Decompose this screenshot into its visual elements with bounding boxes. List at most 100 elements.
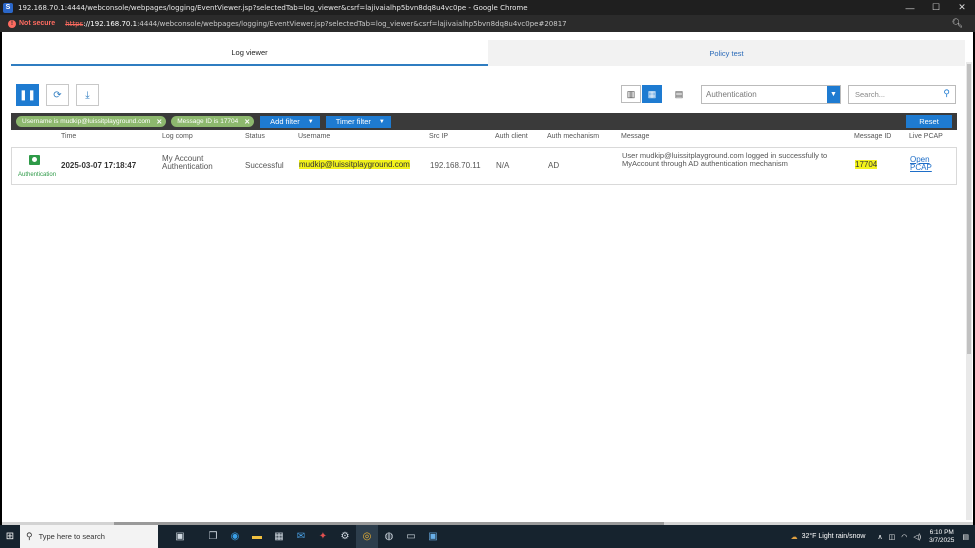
remove-filter-icon[interactable]: ✕ — [244, 118, 250, 126]
remove-filter-icon[interactable]: ✕ — [156, 118, 162, 126]
minimize-icon[interactable]: — — [897, 0, 923, 15]
volume-icon[interactable]: ◁) — [913, 533, 921, 541]
column-header-log-comp[interactable]: Log comp — [162, 133, 193, 140]
task-view-icon[interactable]: ❐ — [202, 525, 224, 548]
search-input[interactable]: Search... ⚲ — [848, 85, 956, 104]
cell-auth-mechanism: AD — [548, 161, 560, 170]
window-title: 192.168.70.1:4444/webconsole/webpages/lo… — [18, 3, 528, 12]
column-settings-button[interactable]: ▤ — [669, 85, 689, 103]
column-header-src-ip[interactable]: Src IP — [429, 133, 448, 140]
authentication-icon — [29, 155, 40, 165]
cell-auth-client: N/A — [496, 161, 510, 170]
grid-view-icon: ▦ — [647, 88, 657, 99]
remote-desktop-icon[interactable]: ▣ — [422, 525, 444, 548]
column-header-auth-client[interactable]: Auth client — [495, 133, 528, 140]
pause-icon: ❚❚ — [19, 89, 36, 101]
detailed-view-button[interactable]: ▥ — [621, 85, 641, 103]
cell-time: 2025-03-07 17:18:47 — [61, 161, 137, 170]
not-secure-indicator[interactable]: ! Not secure — [8, 19, 56, 28]
reset-button[interactable]: Reset — [906, 115, 952, 128]
url-host: ://192.168.70.1 — [83, 19, 138, 28]
column-header-message-id[interactable]: Message ID — [854, 133, 891, 140]
chrome-browser-icon[interactable]: ◎ — [356, 525, 378, 548]
tab-bar: Log viewer Policy test — [11, 40, 965, 66]
store-icon[interactable]: ▦ — [268, 525, 290, 548]
column-header-username[interactable]: Username — [298, 133, 330, 140]
edge-browser-icon[interactable]: ◉ — [224, 525, 246, 548]
zoom-icon[interactable]: 🔍︎ — [952, 18, 963, 29]
toolbar: ❚❚ ⟳ ⤓ ▥ ▦ ▤ Authentication ▼ Search... … — [2, 82, 962, 110]
filter-chip-message-id[interactable]: Message ID is 17704 ✕ — [171, 116, 255, 127]
chevron-down-icon: ▼ — [827, 86, 840, 103]
search-icon: ⚲ — [943, 88, 950, 98]
url-protocol: https — [65, 19, 84, 28]
table-settings-icon: ▤ — [674, 88, 684, 99]
refresh-icon: ⟳ — [53, 89, 62, 101]
security-label: Not secure — [19, 20, 56, 27]
cell-username: mudkip@luissitplayground.com — [299, 160, 410, 169]
page-content: Log viewer Policy test ❚❚ ⟳ ⤓ ▥ ▦ ▤ Auth… — [2, 32, 973, 522]
clock-date: 3/7/2025 — [929, 536, 955, 544]
news-widget-icon[interactable]: ▣ — [158, 525, 202, 548]
filter-bar: Username is mudkip@luissitplayground.com… — [11, 113, 957, 130]
search-icon: ⚲ — [26, 531, 33, 541]
cell-src-ip: 192.168.70.11 — [430, 161, 481, 170]
close-icon[interactable]: ✕ — [949, 0, 975, 15]
log-type-select[interactable]: Authentication ▼ — [701, 85, 841, 104]
notification-icon[interactable]: ▤ — [962, 533, 969, 541]
weather-icon: ☁ — [790, 533, 798, 541]
tab-policy-test[interactable]: Policy test — [488, 40, 965, 66]
vertical-scrollbar[interactable] — [966, 62, 972, 520]
show-hidden-icons-icon[interactable]: ∧ — [877, 533, 882, 541]
taskbar-search-input[interactable]: ⚲ Type here to search — [20, 525, 158, 548]
caret-down-icon: ▼ — [307, 118, 314, 125]
caret-down-icon: ▼ — [378, 118, 385, 125]
cell-log-comp: My Account Authentication — [162, 154, 213, 171]
timer-filter-label: Timer filter — [335, 117, 371, 126]
open-pcap-link[interactable]: Open PCAP — [910, 156, 936, 172]
network-icon[interactable]: ◫ — [889, 533, 896, 541]
site-favicon-icon: S — [3, 2, 13, 13]
windows-start-icon[interactable]: ⊞ — [0, 525, 20, 548]
log-type-value: Authentication — [706, 90, 757, 99]
terminal-icon[interactable]: ▭ — [400, 525, 422, 548]
app-pin-icon[interactable]: ✦ — [312, 525, 334, 548]
log-type-label: Authentication — [18, 172, 57, 178]
windows-taskbar: ⊞ ⚲ Type here to search ▣ ❐ ◉ ▬ ▦ ✉ ✦ ⚙ … — [0, 525, 975, 548]
address-bar[interactable]: ! Not secure https://192.168.70.1:4444/w… — [0, 15, 975, 32]
cell-message: User mudkip@luissitplayground.com logged… — [622, 151, 828, 168]
filter-chip-username[interactable]: Username is mudkip@luissitplayground.com… — [16, 116, 167, 127]
column-header-status[interactable]: Status — [245, 133, 265, 140]
mail-icon[interactable]: ✉ — [290, 525, 312, 548]
add-filter-button[interactable]: Add filter ▼ — [260, 115, 320, 128]
download-icon: ⤓ — [85, 89, 90, 101]
add-filter-label: Add filter — [270, 117, 300, 126]
taskbar-clock[interactable]: 6:10 PM 3/7/2025 — [929, 529, 954, 545]
chip-label: Username is mudkip@luissitplayground.com — [22, 118, 151, 125]
cell-message-id: 17704 — [855, 160, 878, 169]
column-header-time[interactable]: Time — [61, 133, 76, 140]
clock-time: 6:10 PM — [929, 528, 954, 536]
refresh-button[interactable]: ⟳ — [46, 84, 69, 106]
taskbar-search-placeholder: Type here to search — [38, 532, 105, 541]
wifi-icon[interactable]: ◠ — [901, 533, 907, 541]
app-icon[interactable]: ◍ — [378, 525, 400, 548]
url-text[interactable]: https://192.168.70.1:4444/webconsole/web… — [65, 20, 566, 28]
column-header-message[interactable]: Message — [621, 133, 649, 140]
column-header-auth-mechanism[interactable]: Auth mechanism — [547, 133, 599, 140]
timer-filter-button[interactable]: Timer filter ▼ — [325, 115, 391, 128]
chip-label: Message ID is 17704 — [177, 118, 239, 125]
tab-log-viewer[interactable]: Log viewer — [11, 40, 488, 66]
weather-text[interactable]: 32°F Light rain/snow — [802, 533, 866, 540]
table-row[interactable]: Authentication 2025-03-07 17:18:47 My Ac… — [11, 147, 957, 185]
grid-view-button[interactable]: ▦ — [642, 85, 662, 103]
export-button[interactable]: ⤓ — [76, 84, 99, 106]
column-header-live-pcap[interactable]: Live PCAP — [909, 133, 943, 140]
settings-icon[interactable]: ⚙ — [334, 525, 356, 548]
maximize-icon[interactable]: ☐ — [923, 0, 949, 15]
system-tray: ☁ 32°F Light rain/snow ∧ ◫ ◠ ◁) 6:10 PM … — [791, 525, 975, 548]
columns-view-icon: ▥ — [626, 88, 636, 99]
scrollbar-thumb[interactable] — [967, 64, 971, 354]
file-explorer-icon[interactable]: ▬ — [246, 525, 268, 548]
pause-button[interactable]: ❚❚ — [16, 84, 39, 106]
